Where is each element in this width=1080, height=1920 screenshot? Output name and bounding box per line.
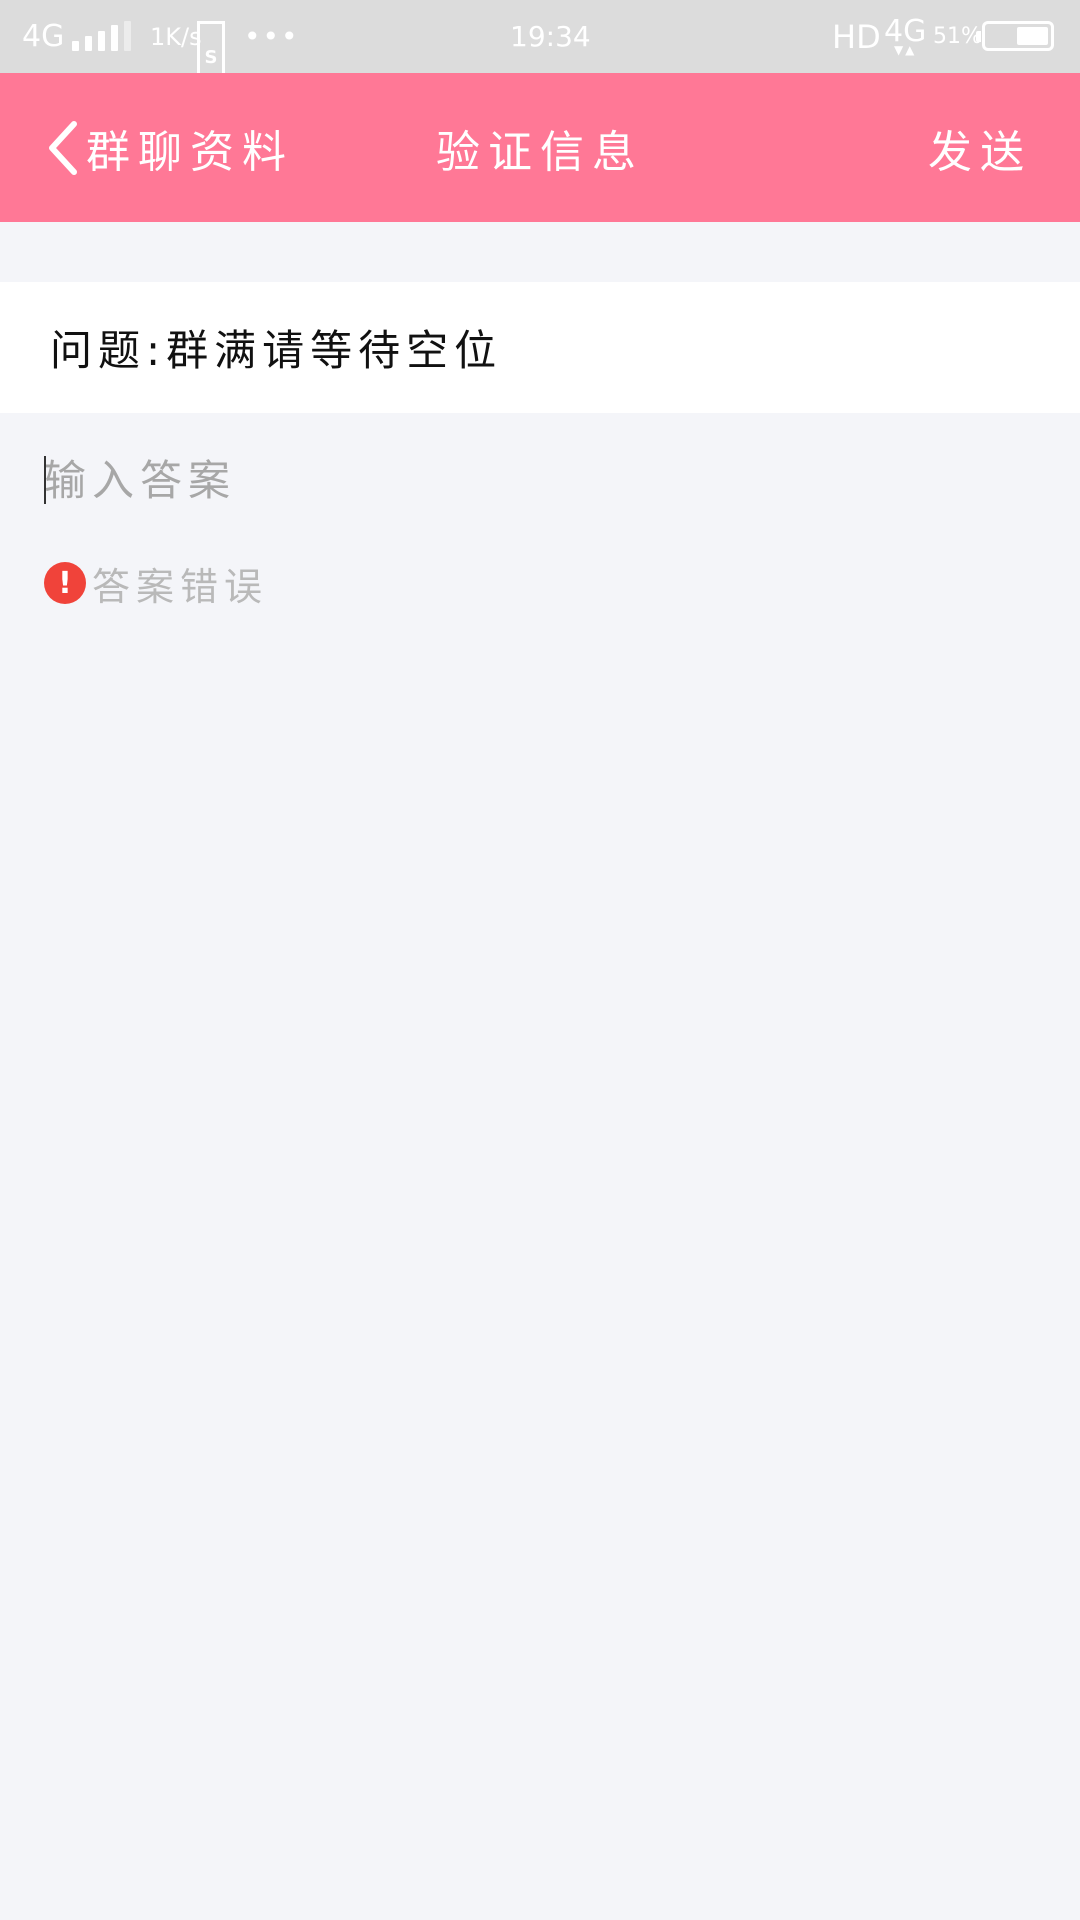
battery-percent: 51% (933, 24, 982, 49)
back-label: 群聊资料 (86, 126, 294, 178)
error-message: ! 答案错误 (44, 562, 268, 609)
network-type-secondary: 4G ▼▲ (884, 0, 926, 73)
status-bar: 4G 1K/s S ••• 19:34 HD 4G ▼▲ 51% (0, 0, 1080, 94)
question-card: 问题:群满请等待空位 (0, 282, 1080, 413)
network-type: 4G (22, 19, 65, 54)
answer-input[interactable] (44, 450, 1034, 510)
network-speed: 1K/s (150, 22, 202, 51)
data-arrows-icon: ▼▲ (893, 42, 917, 57)
chevron-left-icon (48, 120, 78, 176)
signal-icon (72, 0, 131, 73)
back-button[interactable]: 群聊资料 (48, 73, 294, 222)
more-dots-icon: ••• (244, 20, 300, 53)
error-text: 答案错误 (92, 564, 269, 609)
send-button[interactable]: 发送 (928, 73, 1032, 222)
app-header: 群聊资料 验证信息 发送 (0, 73, 1080, 222)
hd-indicator: HD (832, 17, 881, 56)
battery-icon (976, 21, 1054, 51)
status-time: 19:34 (510, 20, 591, 53)
network-type-secondary-label: 4G (884, 13, 927, 49)
text-caret (44, 456, 46, 504)
error-icon: ! (44, 562, 86, 604)
question-text: 问题:群满请等待空位 (50, 326, 503, 375)
